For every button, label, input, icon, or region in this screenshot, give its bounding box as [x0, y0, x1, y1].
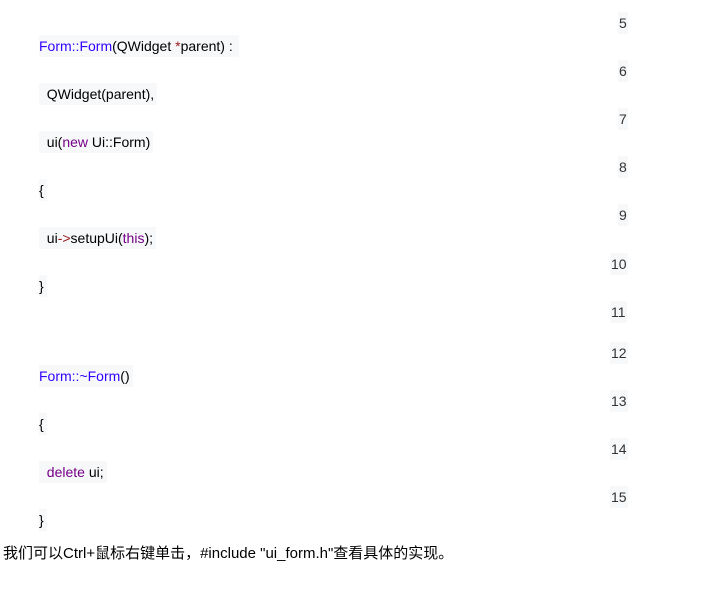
- line-number: 5: [618, 12, 628, 34]
- code-token: this: [122, 230, 145, 246]
- line-number: 10: [610, 253, 628, 275]
- code-line: Form::~Form(): [39, 365, 133, 387]
- code-token: parent) :: [180, 38, 233, 54]
- code-token: Form::Form: [39, 38, 113, 54]
- code-token: ui: [39, 230, 58, 246]
- line-number: 14: [610, 438, 628, 460]
- code-token: ->: [57, 230, 71, 246]
- code-token: new: [62, 134, 89, 150]
- code-token: delete: [46, 464, 85, 480]
- code-token: (QWidget: [112, 38, 176, 54]
- line-number: 6: [618, 60, 628, 82]
- code-line: QWidget(parent),: [39, 83, 158, 105]
- code-token: setupUi(: [70, 230, 123, 246]
- line-number: 8: [618, 156, 628, 178]
- line-number: 7: [618, 108, 628, 130]
- code-line: }: [39, 509, 47, 531]
- line-number: 15: [610, 486, 628, 508]
- line-number: 13: [610, 390, 628, 412]
- code-line: {: [39, 413, 47, 435]
- code-token: );: [144, 230, 154, 246]
- line-number: 11: [610, 301, 627, 323]
- code-line: ui(new Ui::Form): [39, 131, 154, 153]
- code-line: }: [39, 275, 47, 297]
- code-token: Ui::Form): [88, 134, 151, 150]
- code-line: ui->setupUi(this);: [39, 227, 157, 249]
- line-number: 12: [610, 342, 628, 364]
- code-token: ui(: [39, 134, 63, 150]
- line-number: 9: [618, 204, 628, 226]
- explanation-text: 我们可以Ctrl+鼠标右键单击，#include "ui_form.h"查看具体…: [3, 545, 454, 562]
- code-token: (): [120, 368, 130, 384]
- code-token: Form::~Form: [39, 368, 121, 384]
- code-line: Form::Form(QWidget *parent) :: [39, 35, 239, 57]
- code-line: delete ui;: [39, 461, 107, 483]
- code-line: {: [39, 179, 47, 201]
- code-token: ui;: [84, 464, 104, 480]
